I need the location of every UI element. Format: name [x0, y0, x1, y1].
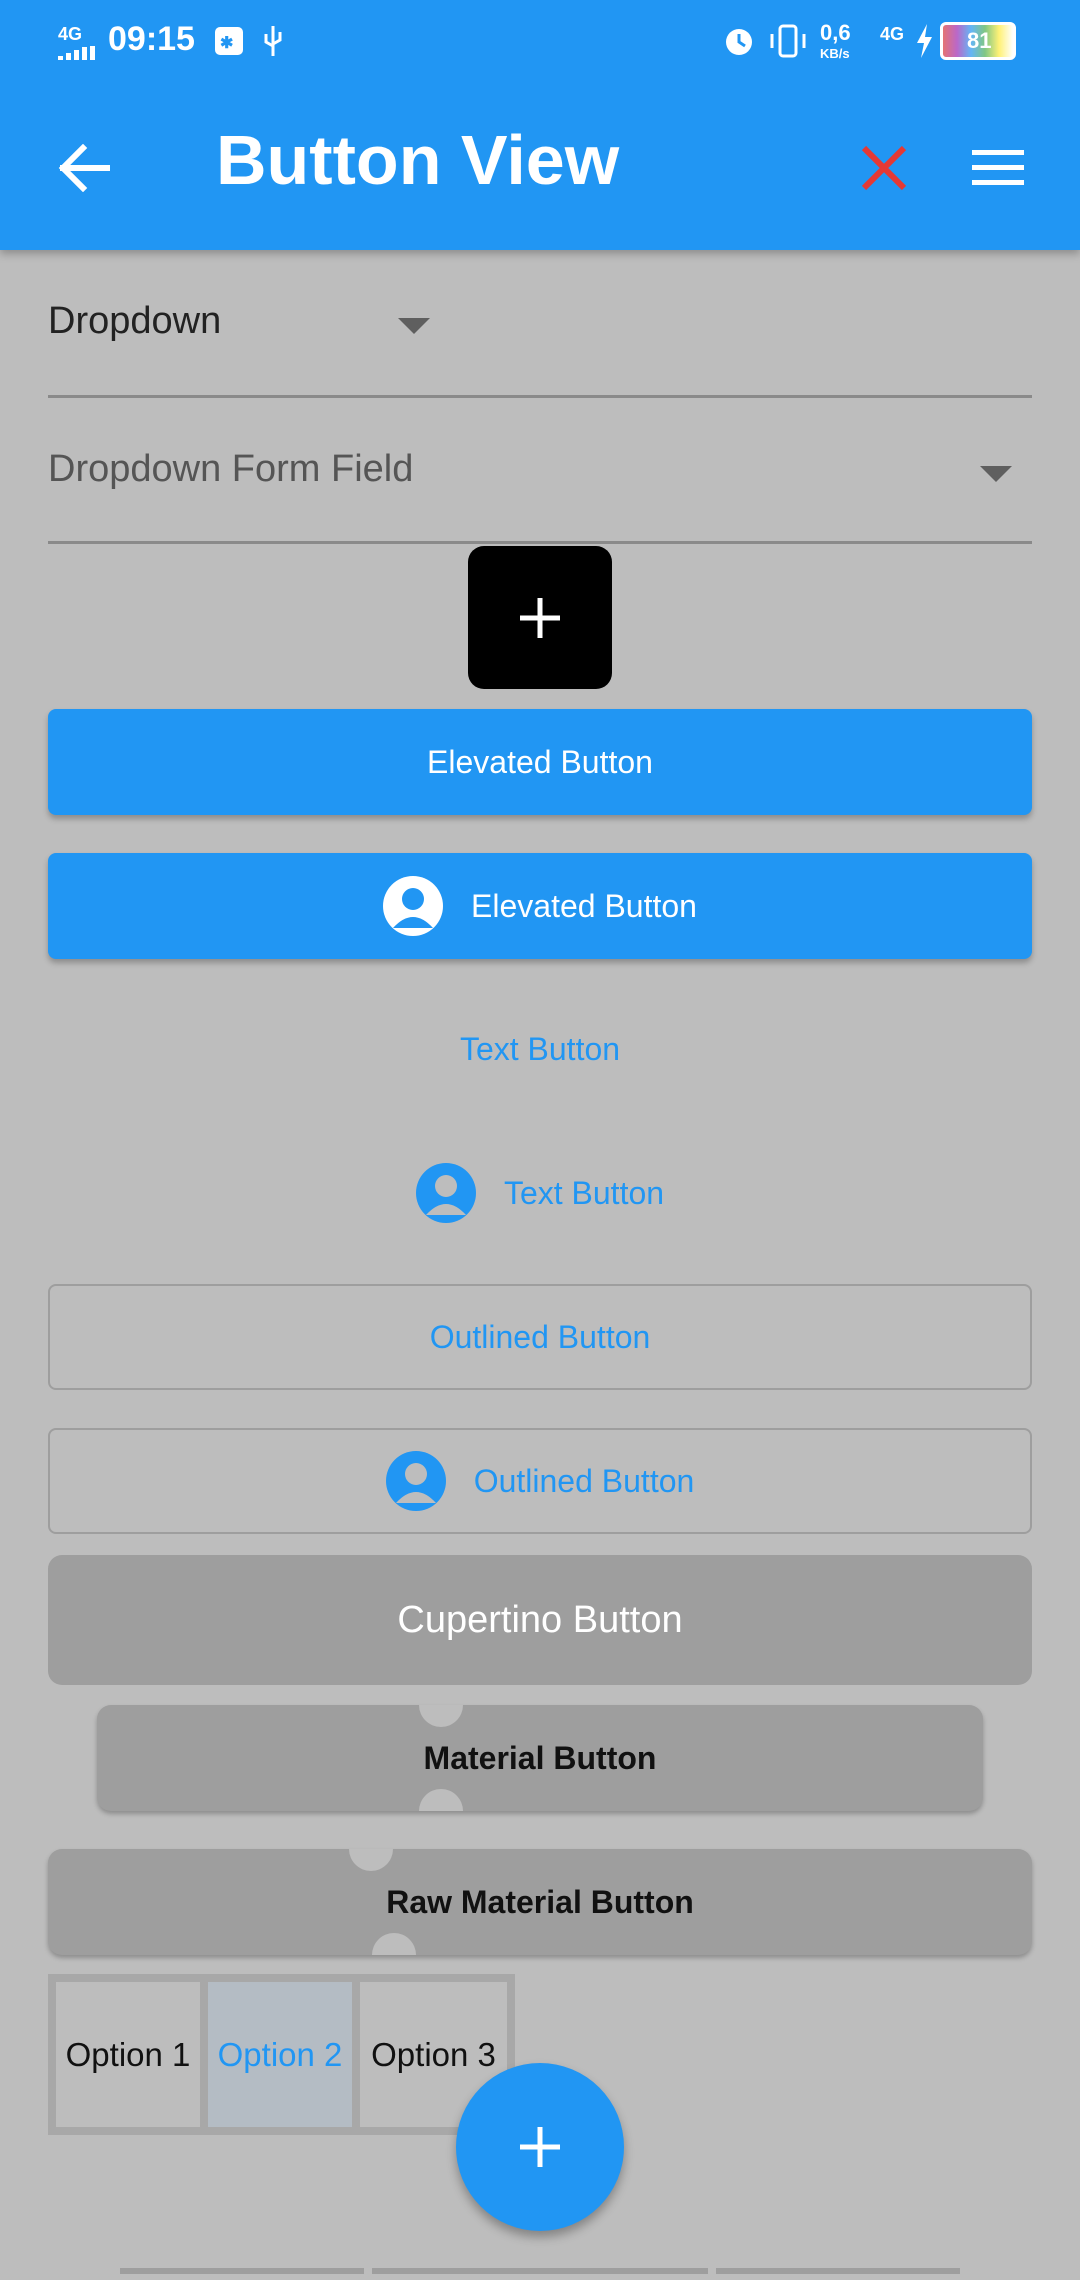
toggle-option-label: Option 1 [65, 2035, 191, 2073]
raw-material-button-label: Raw Material Button [386, 1883, 694, 1920]
battery-level: 81 [967, 28, 992, 53]
text-icon-button-label: Text Button [503, 1174, 665, 1211]
account-circle-icon [383, 876, 444, 936]
dropdown-form-field[interactable]: Dropdown Form Field [48, 430, 1032, 540]
speed-unit: KB/s [820, 46, 850, 61]
elevated-button-label: Elevated Button [427, 743, 653, 780]
signal-icon [58, 46, 96, 65]
charging-icon [914, 24, 934, 63]
dropdown-value: Dropdown [48, 300, 222, 342]
text-icon-button[interactable]: Text Button [48, 1140, 1032, 1246]
vibrate-icon [768, 24, 808, 63]
close-button[interactable] [858, 142, 910, 194]
elevated-icon-button-label: Elevated Button [471, 887, 697, 924]
plus-icon [520, 597, 560, 638]
outlined-button[interactable]: Outlined Button [48, 1284, 1032, 1390]
floating-action-button[interactable] [456, 2063, 624, 2231]
app-bar: 4G 09:15 ✱ 0,6 KB/s 4G 81 Button View [0, 0, 1080, 250]
dropdown-arrow-icon [980, 466, 1012, 482]
arrow-left-icon [58, 144, 110, 192]
button-notch-bottom [372, 1933, 416, 1955]
outlined-icon-button-label: Outlined Button [473, 1462, 695, 1499]
speed-value: 0,6 [820, 20, 851, 45]
bottom-indicator [372, 2268, 708, 2274]
toggle-option-label: Option 2 [217, 2035, 343, 2073]
dropdown[interactable]: Dropdown [48, 280, 448, 370]
raw-material-button[interactable]: Raw Material Button [48, 1849, 1032, 1955]
back-button[interactable] [52, 136, 116, 200]
plus-icon [520, 2127, 560, 2167]
usb-icon [262, 24, 284, 63]
menu-button[interactable] [970, 146, 1026, 190]
menu-icon [972, 150, 1024, 185]
outlined-button-label: Outlined Button [429, 1318, 651, 1355]
material-button[interactable]: Material Button [97, 1705, 983, 1811]
account-circle-icon [415, 1163, 476, 1223]
toggle-option-label: Option 3 [371, 2035, 496, 2073]
toggle-option-2[interactable]: Option 2 [208, 1982, 352, 2127]
dropdown-underline [48, 395, 1032, 398]
add-square-button[interactable] [468, 546, 612, 689]
material-button-label: Material Button [423, 1739, 657, 1776]
status-time: 09:15 [108, 20, 195, 58]
bottom-indicator [120, 2268, 364, 2274]
toggle-buttons: Option 1 Option 2 Option 3 [48, 1974, 515, 2135]
outlined-icon-button[interactable]: Outlined Button [48, 1428, 1032, 1534]
dropdown-arrow-icon [398, 318, 430, 334]
page-title: Button View [216, 121, 620, 199]
account-circle-icon [385, 1451, 446, 1511]
close-icon [861, 145, 907, 191]
elevated-icon-button[interactable]: Elevated Button [48, 853, 1032, 959]
battery-icon: 81 [940, 22, 1016, 60]
network-indicator-right: 4G [880, 24, 905, 44]
elevated-button[interactable]: Elevated Button [48, 709, 1032, 815]
svg-text:✱: ✱ [220, 35, 233, 52]
dropdown-form-field-label: Dropdown Form Field [48, 448, 414, 490]
toggle-option-1[interactable]: Option 1 [56, 1982, 200, 2127]
text-button[interactable]: Text Button [48, 996, 1032, 1102]
bottom-indicator [716, 2268, 960, 2274]
cupertino-button-label: Cupertino Button [397, 1598, 683, 1641]
cupertino-button[interactable]: Cupertino Button [48, 1555, 1032, 1685]
alarm-icon [722, 24, 756, 63]
dropdown-form-field-underline [48, 541, 1032, 544]
network-indicator: 4G [58, 24, 83, 44]
button-notch-top [419, 1705, 463, 1727]
usb-debug-icon: ✱ [214, 26, 244, 61]
button-notch-bottom [419, 1789, 463, 1811]
text-button-label: Text Button [459, 1030, 621, 1067]
button-notch-top [349, 1849, 393, 1871]
